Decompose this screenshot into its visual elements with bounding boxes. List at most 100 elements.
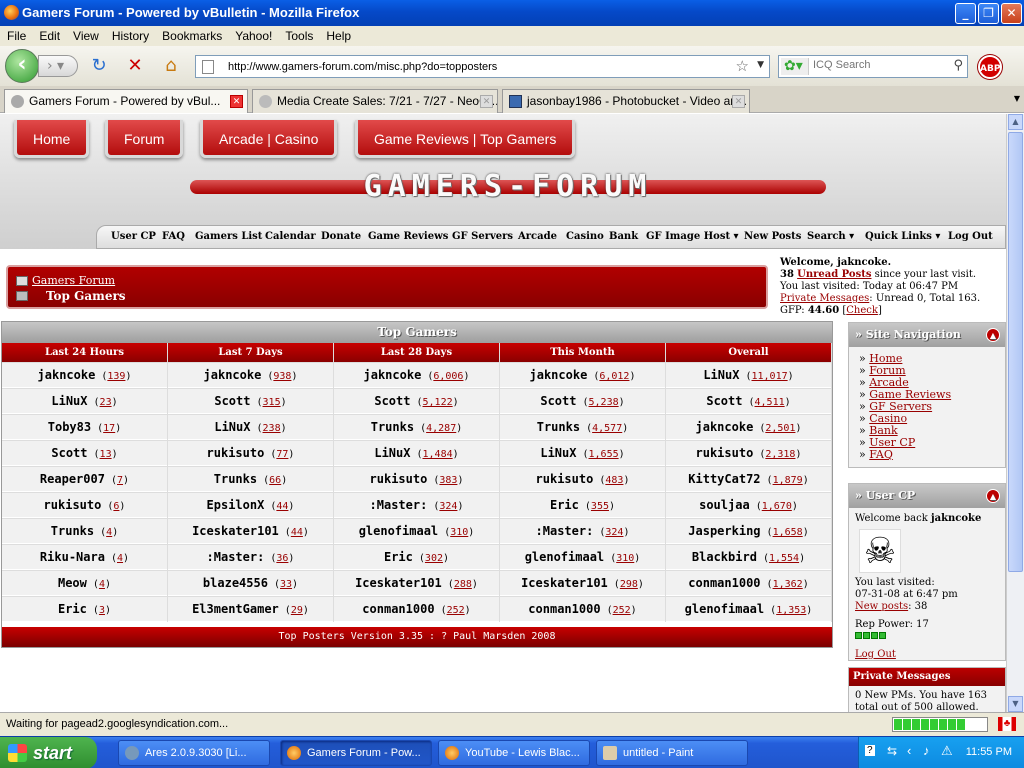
- link-donate[interactable]: Donate: [321, 231, 361, 242]
- search-engine-icon[interactable]: ✿▾: [781, 58, 809, 75]
- member-name[interactable]: jakncoke: [204, 368, 262, 382]
- link-arcade[interactable]: Arcade: [518, 231, 557, 242]
- address-bar[interactable]: http://www.gamers-forum.com/misc.php?do=…: [195, 55, 770, 78]
- post-count-link[interactable]: 4,577: [592, 423, 622, 434]
- new-posts-link[interactable]: New posts: [855, 601, 908, 612]
- warning-icon[interactable]: ⚠: [941, 743, 953, 759]
- member-name[interactable]: Scott: [540, 394, 576, 408]
- member-name[interactable]: Trunks: [371, 420, 414, 434]
- member-name[interactable]: conman1000: [528, 602, 600, 616]
- post-count-link[interactable]: 29: [291, 605, 303, 616]
- link-casino[interactable]: Casino: [566, 231, 604, 242]
- link-gamers-list[interactable]: Gamers List: [195, 231, 262, 242]
- private-messages-link[interactable]: Private Messages: [780, 293, 869, 304]
- nav-arcade-casino[interactable]: Arcade | Casino: [200, 120, 338, 158]
- menu-bookmarks[interactable]: Bookmarks: [155, 26, 228, 43]
- member-name[interactable]: Scott: [706, 394, 742, 408]
- post-count-link[interactable]: 1,353: [776, 605, 806, 616]
- menu-history[interactable]: History: [105, 26, 155, 43]
- home-icon[interactable]: ⌂: [160, 56, 182, 76]
- member-name[interactable]: LiNuX: [374, 446, 410, 460]
- start-button[interactable]: start: [0, 737, 97, 768]
- member-name[interactable]: :Master:: [207, 550, 265, 564]
- member-name[interactable]: Scott: [51, 446, 87, 460]
- reload-icon[interactable]: ↻: [88, 56, 110, 76]
- member-name[interactable]: EpsilonX: [207, 498, 265, 512]
- help-icon[interactable]: ?: [865, 745, 875, 756]
- breadcrumb-root[interactable]: Gamers Forum: [32, 274, 115, 287]
- star-icon[interactable]: ☆: [736, 57, 749, 75]
- member-name[interactable]: LiNuX: [51, 394, 87, 408]
- forward-arrow-icon[interactable]: › ▾: [38, 55, 78, 77]
- scroll-up-icon[interactable]: ▲: [1008, 114, 1023, 130]
- post-count-link[interactable]: 44: [291, 527, 303, 538]
- post-count-link[interactable]: 13: [100, 449, 112, 460]
- member-name[interactable]: Riku-Nara: [40, 550, 105, 564]
- taskbar-youtube[interactable]: YouTube - Lewis Blac...: [438, 740, 590, 766]
- taskbar-gamers-forum[interactable]: Gamers Forum - Pow...: [280, 740, 432, 766]
- post-count-link[interactable]: 2,318: [765, 449, 795, 460]
- post-count-link[interactable]: 315: [263, 397, 281, 408]
- member-name[interactable]: Trunks: [537, 420, 580, 434]
- member-name[interactable]: rukisuto: [44, 498, 102, 512]
- post-count-link[interactable]: 36: [276, 553, 288, 564]
- link-new-posts[interactable]: New Posts: [744, 231, 801, 242]
- magnifier-icon[interactable]: ⚲: [953, 58, 963, 73]
- unread-posts-link[interactable]: Unread Posts: [797, 269, 871, 280]
- member-name[interactable]: Jasperking: [688, 524, 760, 538]
- post-count-link[interactable]: 5,122: [423, 397, 453, 408]
- tab-media-create[interactable]: Media Create Sales: 7/21 - 7/27 - NeoG..…: [252, 89, 498, 113]
- member-name[interactable]: Trunks: [214, 472, 257, 486]
- back-arrow-icon[interactable]: ‹: [5, 49, 39, 83]
- link-log-out[interactable]: Log Out: [948, 231, 993, 242]
- member-name[interactable]: Iceskater101: [521, 576, 608, 590]
- post-count-link[interactable]: 139: [107, 371, 125, 382]
- link-search[interactable]: Search ▾: [807, 231, 854, 242]
- link-faq[interactable]: FAQ: [162, 231, 185, 242]
- volume-icon[interactable]: ♪: [923, 743, 930, 758]
- stop-icon[interactable]: ✕: [124, 56, 146, 76]
- member-name[interactable]: LiNuX: [703, 368, 739, 382]
- chevron-left-icon[interactable]: ‹: [907, 743, 911, 758]
- tab-gamers-forum[interactable]: Gamers Forum - Powered by vBul... ✕: [4, 89, 248, 113]
- post-count-link[interactable]: 44: [276, 501, 288, 512]
- post-count-link[interactable]: 324: [605, 527, 623, 538]
- adblock-icon[interactable]: ABP: [978, 55, 1002, 79]
- member-name[interactable]: LiNuX: [214, 420, 250, 434]
- maximize-button[interactable]: ❐: [978, 3, 999, 24]
- nav-game-reviews-top-gamers[interactable]: Game Reviews | Top Gamers: [355, 120, 576, 158]
- menu-view[interactable]: View: [66, 26, 105, 43]
- post-count-link[interactable]: 1,879: [773, 475, 803, 486]
- post-count-link[interactable]: 77: [276, 449, 288, 460]
- taskbar-ares[interactable]: Ares 2.0.9.3030 [Li...: [118, 740, 270, 766]
- post-count-link[interactable]: 355: [591, 501, 609, 512]
- member-name[interactable]: Meow: [58, 576, 87, 590]
- taskbar-paint[interactable]: untitled - Paint: [596, 740, 748, 766]
- menu-file[interactable]: File: [0, 26, 32, 43]
- post-count-link[interactable]: 383: [439, 475, 457, 486]
- member-name[interactable]: jakncoke: [364, 368, 422, 382]
- post-count-link[interactable]: 310: [616, 553, 634, 564]
- post-count-link[interactable]: 1,670: [762, 501, 792, 512]
- scroll-thumb[interactable]: [1008, 132, 1023, 572]
- site-nav-link[interactable]: FAQ: [869, 448, 893, 461]
- link-user-cp[interactable]: User CP: [111, 231, 156, 242]
- post-count-link[interactable]: 238: [263, 423, 281, 434]
- collapse-icon[interactable]: ▲: [986, 328, 1000, 342]
- menu-help[interactable]: Help: [319, 26, 357, 43]
- post-count-link[interactable]: 11,017: [752, 371, 788, 382]
- close-tab-icon[interactable]: ✕: [480, 95, 493, 108]
- chevron-down-icon[interactable]: ▼: [757, 60, 764, 70]
- member-name[interactable]: rukisuto: [207, 446, 265, 460]
- member-name[interactable]: Reaper007: [40, 472, 105, 486]
- nav-home[interactable]: Home: [14, 120, 90, 158]
- close-button[interactable]: ✕: [1001, 3, 1022, 24]
- collapse-icon[interactable]: ▲: [986, 489, 1000, 503]
- member-name[interactable]: conman1000: [688, 576, 760, 590]
- tab-photobucket[interactable]: jasonbay1986 - Photobucket - Video an...…: [502, 89, 750, 113]
- member-name[interactable]: blaze4556: [203, 576, 268, 590]
- member-name[interactable]: souljaa: [699, 498, 750, 512]
- member-name[interactable]: LiNuX: [540, 446, 576, 460]
- post-count-link[interactable]: 6,006: [433, 371, 463, 382]
- post-count-link[interactable]: 252: [613, 605, 631, 616]
